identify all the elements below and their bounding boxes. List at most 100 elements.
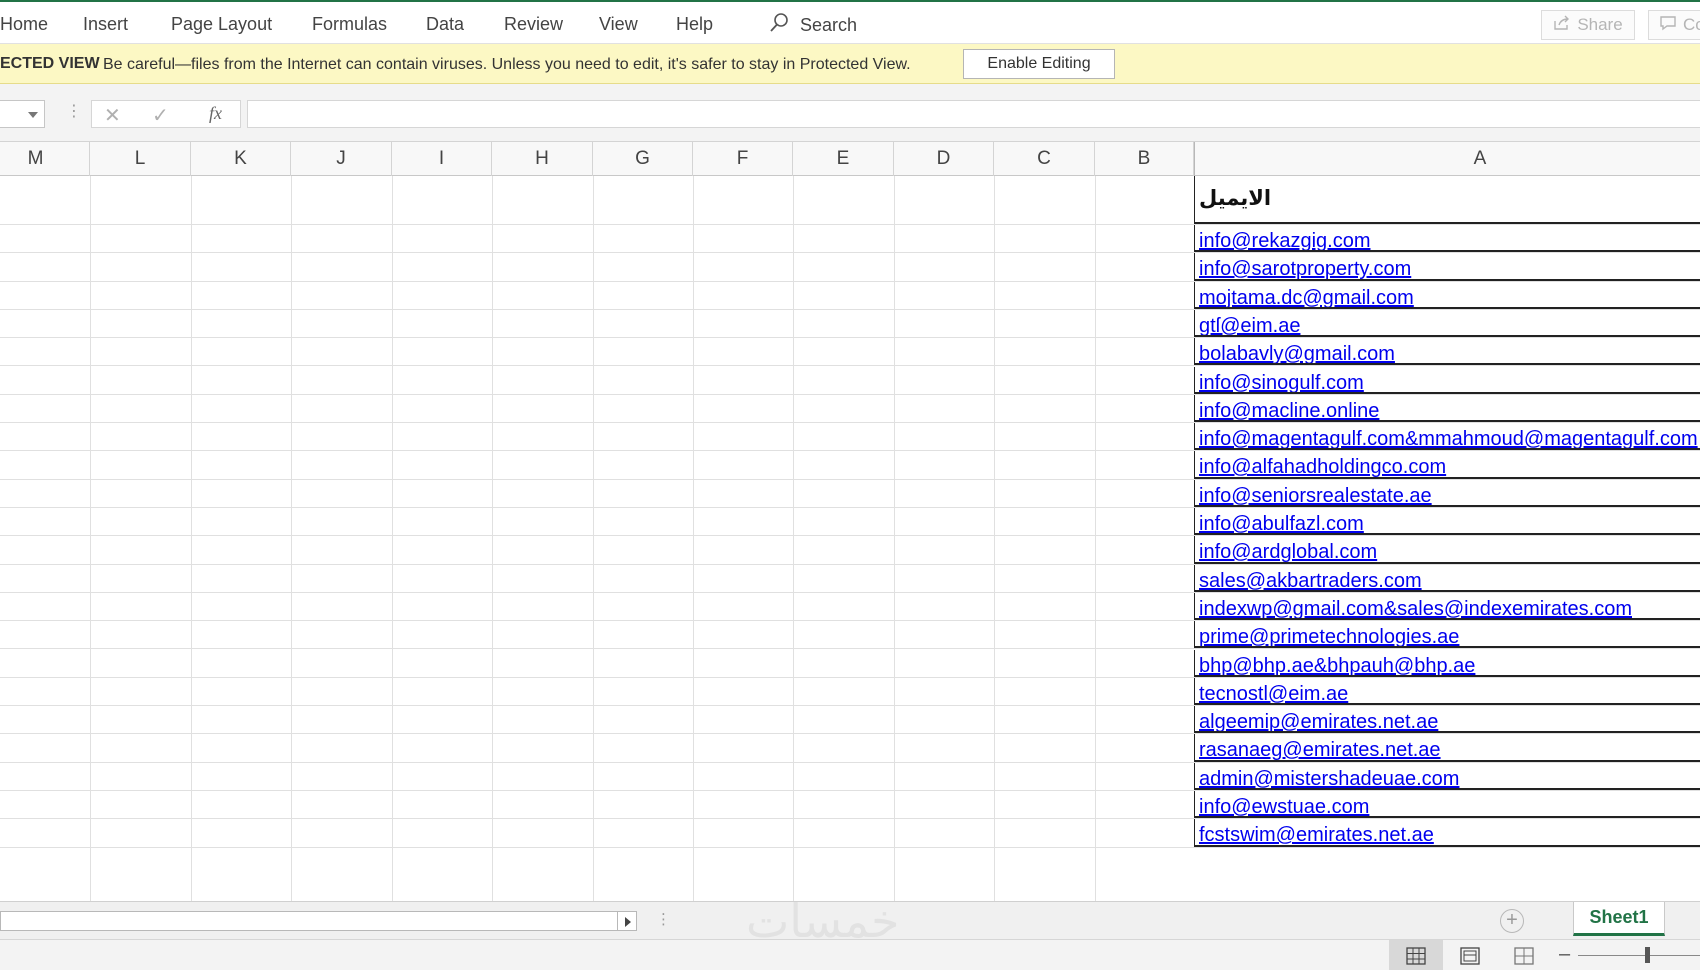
watermark-logo: خمسات	[746, 894, 900, 948]
email-cell[interactable]: info@ewstuae.com	[1194, 791, 1700, 819]
table-row-header: الايميل	[0, 176, 1700, 225]
confirm-icon[interactable]: ✓	[152, 103, 169, 128]
email-cell[interactable]: info@abulfazl.com	[1194, 508, 1700, 536]
zoom-out-icon[interactable]: –	[1559, 943, 1570, 966]
email-cell[interactable]: algeemip@emirates.net.ae	[1194, 706, 1700, 734]
status-bar: –	[0, 939, 1700, 970]
email-link[interactable]: algeemip@emirates.net.ae	[1195, 706, 1700, 731]
column-header-e[interactable]: E	[793, 142, 894, 176]
email-link[interactable]: prime@primetechnologies.ae	[1195, 621, 1700, 646]
email-cell[interactable]: info@macline.online	[1194, 394, 1700, 423]
page-break-view-icon[interactable]	[1497, 940, 1551, 970]
worksheet-grid[interactable]: الايميل info@rekazgig.com info@sarotprope…	[0, 176, 1700, 901]
email-link[interactable]: fcstswim@emirates.net.ae	[1195, 819, 1700, 844]
formula-input[interactable]	[247, 100, 1700, 128]
email-link[interactable]: sales@akbartraders.com	[1195, 565, 1700, 590]
chevron-down-icon[interactable]	[28, 112, 38, 118]
table-row: algeemip@emirates.net.ae	[0, 706, 1700, 735]
email-link[interactable]: info@macline.online	[1195, 395, 1700, 420]
tab-home[interactable]: Home	[0, 14, 48, 35]
share-button[interactable]: Share	[1541, 10, 1635, 40]
email-link[interactable]: tecnostl@eim.ae	[1195, 678, 1700, 703]
email-link[interactable]: info@alfahadholdingco.com	[1195, 451, 1700, 476]
email-cell[interactable]: info@alfahadholdingco.com	[1194, 451, 1700, 479]
table-row: info@abulfazl.com	[0, 508, 1700, 537]
column-header-j[interactable]: J	[291, 142, 392, 176]
enable-editing-button[interactable]: Enable Editing	[963, 49, 1115, 79]
email-link[interactable]: bolabavly@gmail.com	[1195, 338, 1700, 363]
email-cell[interactable]: bhp@bhp.ae&bhpauh@bhp.ae	[1194, 649, 1700, 677]
scroll-right-arrow-icon[interactable]	[617, 911, 637, 931]
email-cell[interactable]: info@sinogulf.com	[1194, 366, 1700, 394]
email-link[interactable]: info@ewstuae.com	[1195, 791, 1700, 816]
insert-function-icon[interactable]: fx	[209, 103, 222, 124]
column-header-i[interactable]: I	[392, 142, 492, 176]
name-box[interactable]	[0, 100, 45, 128]
email-cell[interactable]: mojtama.dc@gmail.com	[1194, 281, 1700, 309]
column-header-h[interactable]: H	[492, 142, 593, 176]
normal-view-icon[interactable]	[1389, 940, 1443, 970]
email-link[interactable]: info@abulfazl.com	[1195, 508, 1700, 533]
email-header-cell[interactable]: الايميل	[1194, 176, 1700, 224]
column-header-k[interactable]: K	[191, 142, 291, 176]
email-cell[interactable]: sales@akbartraders.com	[1194, 564, 1700, 592]
email-link[interactable]: bhp@bhp.ae&bhpauh@bhp.ae	[1195, 650, 1700, 675]
email-cell[interactable]: info@ardglobal.com	[1194, 536, 1700, 564]
tab-view[interactable]: View	[599, 14, 638, 35]
zoom-slider[interactable]	[1578, 955, 1700, 956]
email-cell[interactable]: info@sarotproperty.com	[1194, 253, 1700, 281]
page-layout-view-icon[interactable]	[1443, 940, 1497, 970]
tab-help[interactable]: Help	[676, 14, 713, 35]
email-link[interactable]: info@magentagulf.com&mmahmoud@magentagul…	[1195, 423, 1700, 448]
tab-page-layout[interactable]: Page Layout	[171, 14, 272, 35]
email-link[interactable]: indexwp@gmail.com&sales@indexemirates.co…	[1195, 593, 1700, 618]
email-link[interactable]: gtſ@eim.ae	[1195, 310, 1700, 335]
column-header-c[interactable]: C	[994, 142, 1095, 176]
table-row: info@sarotproperty.com	[0, 253, 1700, 282]
email-link[interactable]: admin@mistershadeuae.com	[1195, 763, 1700, 788]
email-cell[interactable]: info@seniorsrealestate.ae	[1194, 479, 1700, 507]
email-cell[interactable]: prime@primetechnologies.ae	[1194, 621, 1700, 649]
tab-data[interactable]: Data	[426, 14, 464, 35]
column-header-l[interactable]: L	[90, 142, 191, 176]
column-header-g[interactable]: G	[593, 142, 693, 176]
comments-button[interactable]: Co	[1648, 10, 1700, 40]
protected-view-label: ECTED VIEW	[0, 55, 100, 72]
email-cell[interactable]: indexwp@gmail.com&sales@indexemirates.co…	[1194, 592, 1700, 621]
email-link[interactable]: info@seniorsrealestate.ae	[1195, 480, 1700, 505]
table-row: sales@akbartraders.com	[0, 564, 1700, 593]
horizontal-scrollbar[interactable]	[0, 911, 620, 931]
add-sheet-icon[interactable]: +	[1500, 909, 1524, 933]
email-link[interactable]: info@rekazgig.com	[1195, 225, 1700, 250]
cancel-icon[interactable]: ✕	[104, 103, 121, 128]
email-link[interactable]: info@sinogulf.com	[1195, 367, 1700, 392]
zoom-slider-thumb[interactable]	[1645, 947, 1650, 963]
tab-insert[interactable]: Insert	[83, 14, 128, 35]
email-link[interactable]: mojtama.dc@gmail.com	[1195, 282, 1700, 307]
email-cell[interactable]: rasanaeg@emirates.net.ae	[1194, 734, 1700, 762]
email-link[interactable]: rasanaeg@emirates.net.ae	[1195, 734, 1700, 759]
tabs-splitter-icon[interactable]: ⋮	[656, 912, 671, 927]
table-row: info@ewstuae.com	[0, 791, 1700, 820]
email-cell[interactable]: info@rekazgig.com	[1194, 225, 1700, 253]
tab-review[interactable]: Review	[504, 14, 563, 35]
email-link[interactable]: info@sarotproperty.com	[1195, 253, 1700, 278]
column-header-d[interactable]: D	[894, 142, 994, 176]
tab-formulas[interactable]: Formulas	[312, 14, 387, 35]
email-cell[interactable]: bolabavly@gmail.com	[1194, 338, 1700, 366]
sheet-tab[interactable]: Sheet1	[1573, 902, 1665, 936]
column-header-f[interactable]: F	[693, 142, 793, 176]
table-row: gtſ@eim.ae	[0, 309, 1700, 339]
email-link[interactable]: info@ardglobal.com	[1195, 536, 1700, 561]
column-header-m[interactable]: M	[0, 142, 90, 176]
email-cell[interactable]: gtſ@eim.ae	[1194, 309, 1700, 338]
search-label: Search	[800, 15, 858, 35]
email-cell[interactable]: tecnostl@eim.ae	[1194, 677, 1700, 706]
search-box[interactable]: Search	[768, 12, 857, 39]
more-options-icon[interactable]: ⋮	[66, 104, 82, 120]
email-cell[interactable]: fcstswim@emirates.net.ae	[1194, 819, 1700, 847]
column-header-a[interactable]: A	[1194, 142, 1700, 176]
email-cell[interactable]: info@magentagulf.com&mmahmoud@magentagul…	[1194, 423, 1700, 451]
email-cell[interactable]: admin@mistershadeuae.com	[1194, 762, 1700, 790]
column-header-b[interactable]: B	[1095, 142, 1194, 176]
